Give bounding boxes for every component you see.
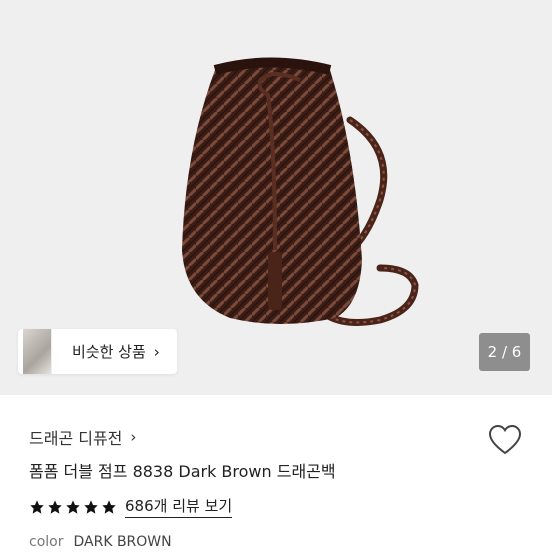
chevron-right-icon: › xyxy=(153,342,160,361)
image-counter: 2 / 6 xyxy=(479,333,530,371)
star-icon xyxy=(30,499,44,514)
brand-name: 드래곤 디퓨전 xyxy=(29,429,123,448)
star-icon xyxy=(84,499,98,514)
color-label: color xyxy=(29,534,64,550)
product-title: 폼폼 더블 점프 8838 Dark Brown 드래곤백 xyxy=(29,462,336,481)
product-rating: 686개 리뷰 보기 xyxy=(29,495,233,518)
chevron-right-icon: › xyxy=(130,428,137,446)
brand-link[interactable]: 드래곤 디퓨전 › xyxy=(29,425,136,449)
similar-products-label: 비슷한 상품 xyxy=(72,343,146,361)
reviews-link[interactable]: 686개 리뷰 보기 xyxy=(125,495,233,518)
star-icon xyxy=(48,499,62,514)
similar-product-thumbnail xyxy=(23,329,52,374)
heart-icon[interactable] xyxy=(488,424,522,456)
color-option: color DARK BROWN xyxy=(29,534,172,550)
similar-products-button[interactable]: 비슷한 상품 › xyxy=(18,329,177,374)
product-image-gallery[interactable]: 비슷한 상품 › 2 / 6 xyxy=(0,0,552,395)
color-value: DARK BROWN xyxy=(73,534,172,550)
star-icon xyxy=(66,499,80,514)
star-icon xyxy=(102,499,116,514)
rating-stars xyxy=(29,499,117,515)
